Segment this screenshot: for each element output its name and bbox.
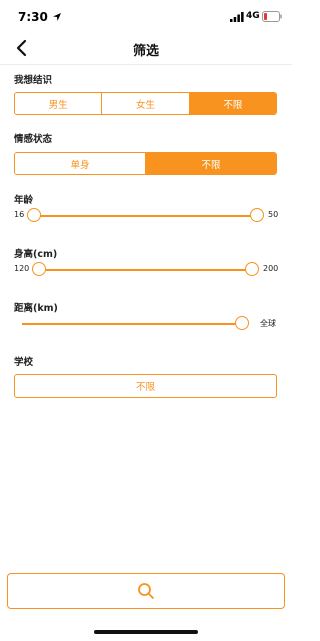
- age-label: 年龄: [14, 195, 34, 206]
- age-slider: 16 50: [0, 206, 292, 226]
- home-indicator[interactable]: [94, 630, 198, 634]
- age-slider-track[interactable]: [34, 215, 257, 217]
- status-time: 7:30: [18, 10, 48, 24]
- gender-label: 我想结识: [14, 75, 53, 86]
- distance-slider-track[interactable]: [22, 323, 242, 325]
- status-bar: 7:30 4G: [0, 0, 292, 34]
- distance-slider: 全球: [0, 314, 292, 334]
- gender-segmented-control: 男生 女生 不限: [14, 92, 277, 115]
- school-label: 学校: [14, 357, 34, 368]
- search-button[interactable]: [7, 573, 285, 609]
- gender-option-any[interactable]: 不限: [188, 93, 276, 114]
- height-label: 身高(cm): [14, 249, 58, 260]
- distance-max-label: 全球: [260, 319, 276, 328]
- gender-option-female[interactable]: 女生: [101, 93, 189, 114]
- age-slider-max-thumb[interactable]: [250, 208, 264, 222]
- relationship-option-any[interactable]: 不限: [145, 153, 276, 174]
- relationship-segmented-control: 单身 不限: [14, 152, 277, 175]
- distance-slider-thumb[interactable]: [235, 316, 249, 330]
- height-slider-min-thumb[interactable]: [32, 262, 46, 276]
- nav-divider: [0, 64, 292, 65]
- height-slider: 120 200: [0, 260, 292, 280]
- height-slider-track[interactable]: [39, 269, 252, 271]
- signal-bars-icon: [230, 12, 244, 22]
- height-min-label: 120: [14, 264, 30, 273]
- location-arrow-icon: [53, 13, 61, 21]
- relationship-option-single[interactable]: 单身: [15, 153, 145, 174]
- age-max-label: 50: [268, 210, 279, 219]
- page-title: 筛选: [132, 44, 159, 59]
- distance-label: 距离(km): [14, 303, 58, 314]
- age-min-label: 16: [14, 210, 25, 219]
- height-slider-max-thumb[interactable]: [245, 262, 259, 276]
- gender-option-male[interactable]: 男生: [15, 93, 102, 114]
- relationship-label: 情感状态: [14, 134, 53, 145]
- age-slider-min-thumb[interactable]: [27, 208, 41, 222]
- height-max-label: 200: [263, 264, 279, 273]
- search-icon: [138, 583, 154, 599]
- battery-low-icon: [262, 11, 282, 22]
- nav-bar: 筛选: [0, 34, 292, 64]
- school-select-button[interactable]: 不限: [14, 374, 277, 398]
- network-label: 4G: [246, 11, 260, 21]
